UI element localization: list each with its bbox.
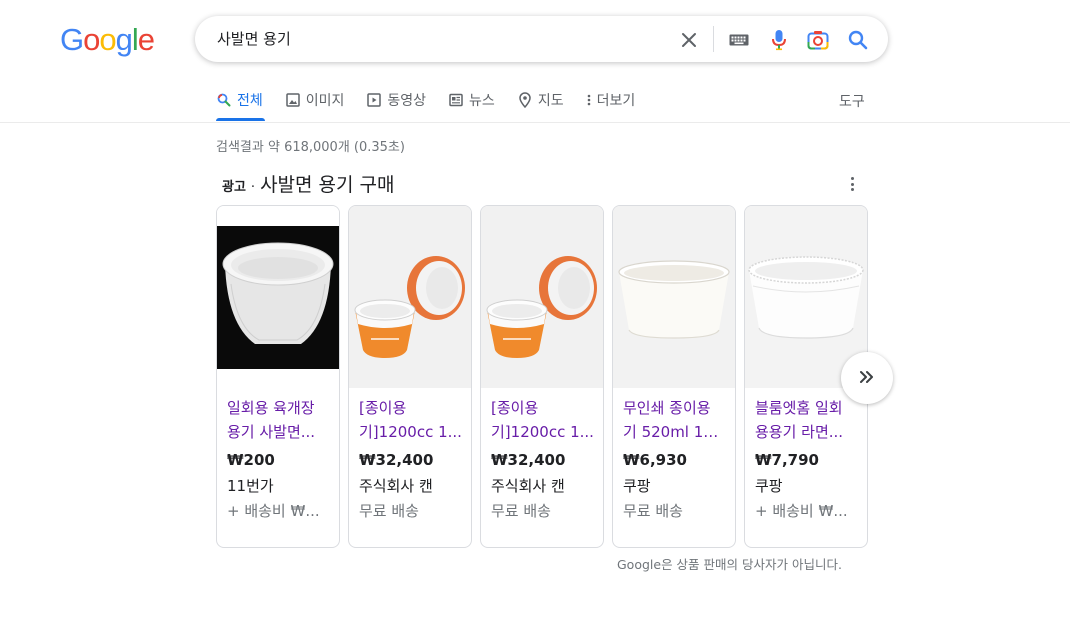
product-price: ₩32,400 <box>491 451 566 469</box>
product-seller: 주식회사 캔 <box>491 477 565 495</box>
logo-letter: o <box>83 22 100 57</box>
tab-label: 전체 <box>237 93 263 109</box>
more-options-icon[interactable] <box>845 176 859 192</box>
search-box: 사발면 용기 <box>195 16 888 62</box>
product-title[interactable]: 블룸엣홈 일회 용용기 라면... <box>755 396 859 444</box>
logo-letter: G <box>60 22 84 57</box>
product-card[interactable]: 일회용 육개장 용기 사발면... ₩200 11번가 + 배송비 ₩... <box>216 205 340 548</box>
image-icon <box>285 92 301 108</box>
search-input[interactable]: 사발면 용기 <box>217 16 657 62</box>
result-stats: 검색결과 약 618,000개 (0.35초) <box>216 140 405 155</box>
product-shipping: 무료 배송 <box>491 502 551 520</box>
product-shipping: + 배송비 ₩... <box>755 502 848 520</box>
product-image <box>613 206 735 388</box>
logo-letter: o <box>99 22 116 57</box>
google-logo[interactable]: G o o g l e <box>60 22 155 58</box>
news-icon <box>448 92 464 108</box>
product-seller: 11번가 <box>227 477 274 495</box>
camera-icon[interactable] <box>807 29 829 51</box>
active-tab-indicator <box>216 118 265 121</box>
tab-label: 뉴스 <box>469 93 495 109</box>
product-shipping: 무료 배송 <box>623 502 683 520</box>
product-image <box>217 206 339 388</box>
search-icon <box>216 92 232 108</box>
tab-images[interactable]: 이미지 <box>285 88 345 112</box>
product-title[interactable]: [종이용 기]1200cc 1... <box>491 396 595 444</box>
product-title[interactable]: [종이용 기]1200cc 1... <box>359 396 463 444</box>
tab-all[interactable]: 전체 <box>216 88 263 112</box>
ads-title: 사발면 용기 구매 <box>260 174 395 196</box>
tools-button[interactable]: 도구 <box>839 91 865 111</box>
search-tabs: 전체 이미지 동영상 뉴스 지도 더보기 <box>216 88 657 122</box>
double-chevron-right-icon <box>859 369 875 388</box>
product-price: ₩200 <box>227 451 275 469</box>
search-icon[interactable] <box>847 29 869 51</box>
video-icon <box>366 92 382 108</box>
microphone-icon[interactable] <box>768 29 790 51</box>
product-image <box>481 206 603 388</box>
tab-label: 지도 <box>537 93 564 109</box>
tab-news[interactable]: 뉴스 <box>448 88 495 112</box>
carousel-next-button[interactable] <box>841 352 893 404</box>
product-title[interactable]: 일회용 육개장 용기 사발면... <box>227 396 331 444</box>
tab-videos[interactable]: 동영상 <box>366 88 426 112</box>
product-carousel: 일회용 육개장 용기 사발면... ₩200 11번가 + 배송비 ₩... [… <box>216 205 876 548</box>
more-vert-icon <box>586 92 592 108</box>
product-image <box>349 206 471 388</box>
product-card[interactable]: 무인쇄 종이용 기 520ml 10... ₩6,930 쿠팡 무료 배송 <box>612 205 736 548</box>
product-title[interactable]: 무인쇄 종이용 기 520ml 10... <box>623 396 727 444</box>
product-card[interactable]: [종이용 기]1200cc 1... ₩32,400 주식회사 캔 무료 배송 <box>480 205 604 548</box>
ads-header: 광고 · 사발면 용기 구매 <box>222 170 395 197</box>
tab-label: 더보기 <box>596 93 636 109</box>
logo-letter: g <box>115 22 133 57</box>
keyboard-icon[interactable] <box>728 29 750 51</box>
product-seller: 쿠팡 <box>623 477 651 495</box>
ad-label: 광고 <box>222 180 246 195</box>
product-shipping: + 배송비 ₩... <box>227 502 320 520</box>
tab-label: 이미지 <box>305 93 345 109</box>
shopping-disclaimer: Google은 상품 판매의 당사자가 아닙니다. <box>617 557 842 572</box>
tab-more[interactable]: 더보기 <box>586 88 636 112</box>
clear-icon[interactable] <box>678 29 700 51</box>
divider <box>0 122 1070 123</box>
ad-separator: · <box>250 180 256 195</box>
product-price: ₩32,400 <box>359 451 434 469</box>
logo-letter: e <box>137 22 155 57</box>
product-seller: 쿠팡 <box>755 477 783 495</box>
map-pin-icon <box>517 92 533 108</box>
product-shipping: 무료 배송 <box>359 502 419 520</box>
product-card[interactable]: [종이용 기]1200cc 1... ₩32,400 주식회사 캔 무료 배송 <box>348 205 472 548</box>
tab-label: 동영상 <box>387 93 427 109</box>
product-price: ₩7,790 <box>755 451 819 469</box>
product-price: ₩6,930 <box>623 451 687 469</box>
tab-maps[interactable]: 지도 <box>517 88 564 112</box>
product-seller: 주식회사 캔 <box>359 477 433 495</box>
search-divider <box>713 26 714 52</box>
